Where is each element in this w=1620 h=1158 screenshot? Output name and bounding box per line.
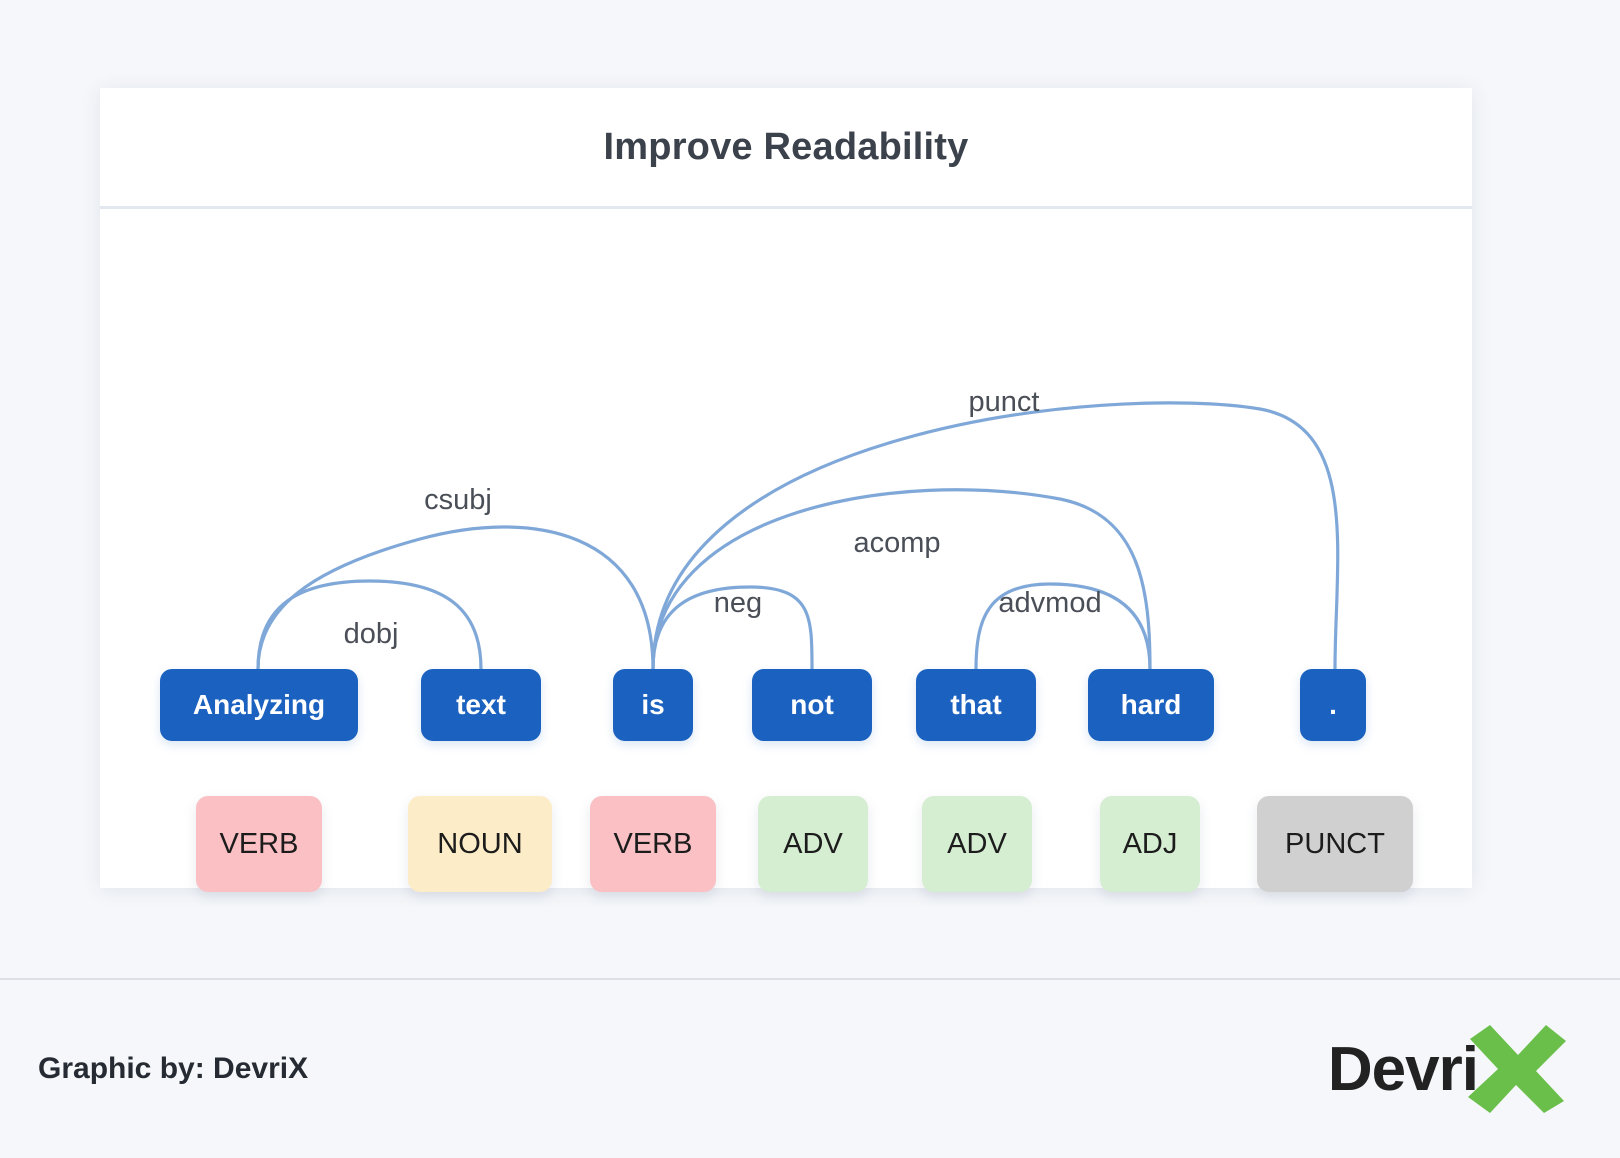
pos-tag-box[interactable]: ADV — [758, 796, 868, 892]
devrix-logo: Devri — [1328, 1023, 1582, 1115]
arc-label-advmod: advmod — [998, 587, 1101, 619]
arc-label-acomp: acomp — [853, 527, 940, 559]
arc-path-punct — [651, 401, 1340, 670]
credit-text: Graphic by: DevriX — [38, 1052, 309, 1085]
token-box[interactable]: is — [613, 669, 693, 741]
infographic-page: Improve Readability punct acomp csubj ad… — [0, 0, 1620, 1158]
pos-tag-box[interactable]: ADJ — [1100, 796, 1200, 892]
pos-tag-box[interactable]: VERB — [196, 796, 322, 892]
token-box[interactable]: text — [421, 669, 541, 741]
arc-label-dobj: dobj — [344, 618, 399, 650]
pos-tag-box[interactable]: VERB — [590, 796, 716, 892]
token-box[interactable]: . — [1300, 669, 1366, 741]
arc-path-acomp — [651, 488, 1152, 670]
footer: Graphic by: DevriX Devri — [0, 978, 1620, 1158]
page-title: Improve Readability — [603, 125, 969, 168]
arc-label-neg: neg — [714, 587, 762, 619]
dependency-arcs-svg: punct acomp csubj advmod neg dobj — [256, 386, 1340, 670]
logo-wordmark: Devri — [1327, 1034, 1479, 1104]
content-area: Improve Readability punct acomp csubj ad… — [0, 0, 1620, 978]
dependency-parse-card: Improve Readability punct acomp csubj ad… — [100, 88, 1472, 892]
dependency-parse-visualization: punct acomp csubj advmod neg dobj Analyz… — [100, 209, 1472, 892]
token-box[interactable]: that — [916, 669, 1036, 741]
pos-tag-box[interactable]: PUNCT — [1257, 796, 1413, 892]
token-box[interactable]: hard — [1088, 669, 1214, 741]
token-box[interactable]: Analyzing — [160, 669, 358, 741]
arc-path-csubj — [256, 525, 655, 670]
card-header: Improve Readability — [100, 88, 1472, 209]
pos-tag-box[interactable]: ADV — [922, 796, 1032, 892]
arc-label-punct: punct — [969, 386, 1040, 418]
token-box[interactable]: not — [752, 669, 872, 741]
arc-label-csubj: csubj — [424, 484, 492, 516]
pos-tag-box[interactable]: NOUN — [408, 796, 552, 892]
